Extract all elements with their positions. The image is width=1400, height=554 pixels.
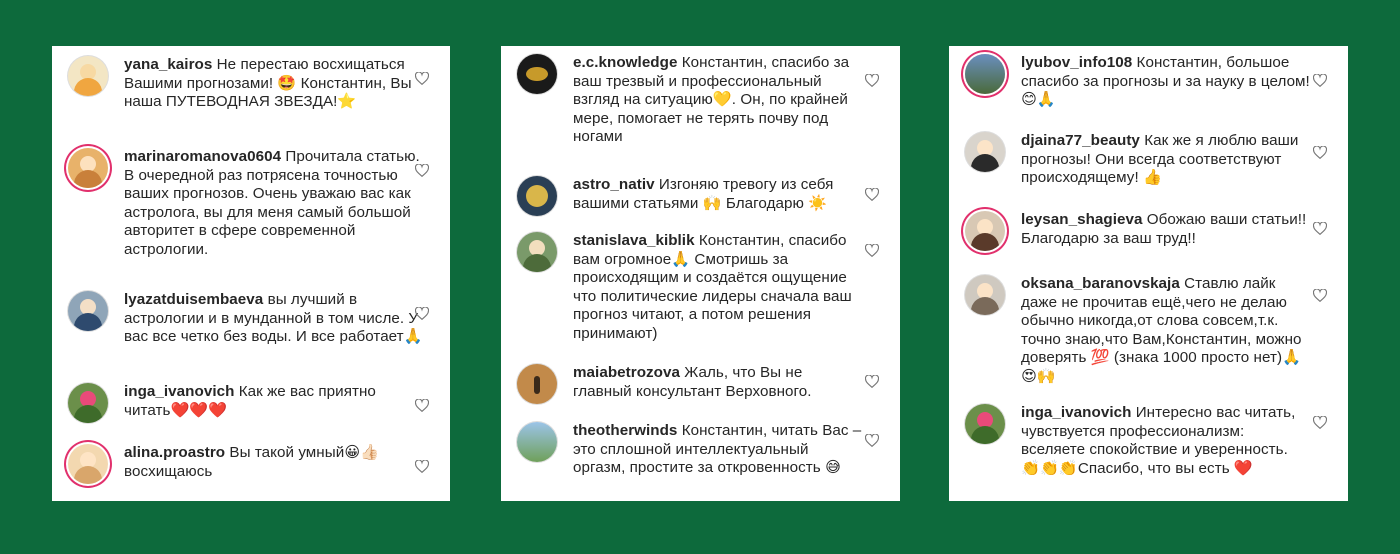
avatar[interactable] <box>517 54 557 94</box>
avatar[interactable] <box>517 232 557 272</box>
heart-icon[interactable] <box>1313 289 1327 302</box>
heart-icon[interactable] <box>865 188 879 201</box>
comment-username[interactable]: stanislava_kiblik <box>573 232 695 249</box>
comment-username[interactable]: e.c.knowledge <box>573 54 677 71</box>
avatar[interactable] <box>965 275 1005 315</box>
heart-icon[interactable] <box>415 164 429 177</box>
comment-username[interactable]: oksana_baranovskaja <box>1021 275 1180 292</box>
heart-icon[interactable] <box>415 460 429 473</box>
heart-icon[interactable] <box>865 434 879 447</box>
avatar[interactable] <box>965 132 1005 172</box>
avatar[interactable] <box>965 54 1005 94</box>
comment-username[interactable]: inga_ivanovich <box>124 383 234 400</box>
heart-icon[interactable] <box>865 375 879 388</box>
avatar[interactable] <box>68 148 108 188</box>
avatar[interactable] <box>965 211 1005 251</box>
avatar[interactable] <box>68 291 108 331</box>
comment-username[interactable]: lyubov_info108 <box>1021 54 1132 71</box>
comment-username[interactable]: alina.proastro <box>124 444 225 461</box>
comment-username[interactable]: inga_ivanovich <box>1021 404 1131 421</box>
comment-username[interactable]: astro_nativ <box>573 176 655 193</box>
comment-username[interactable]: djaina77_beauty <box>1021 132 1140 149</box>
avatar[interactable] <box>68 383 108 423</box>
comment-username[interactable]: marinaromanova0604 <box>124 148 281 165</box>
avatar[interactable] <box>68 444 108 484</box>
comments-panel-3: lyubov_info108 Константин, большое спаси… <box>949 46 1348 501</box>
heart-icon[interactable] <box>415 307 429 320</box>
comments-panel-1: yana_kairos Не перестаю восхищаться Ваши… <box>52 46 450 501</box>
comment-username[interactable]: lyazatduisembaeva <box>124 291 263 308</box>
heart-icon[interactable] <box>865 244 879 257</box>
heart-icon[interactable] <box>1313 74 1327 87</box>
heart-icon[interactable] <box>1313 146 1327 159</box>
avatar[interactable] <box>68 56 108 96</box>
heart-icon[interactable] <box>865 74 879 87</box>
comment-username[interactable]: yana_kairos <box>124 56 212 73</box>
avatar[interactable] <box>965 404 1005 444</box>
comment-username[interactable]: leysan_shagieva <box>1021 211 1143 228</box>
avatar[interactable] <box>517 364 557 404</box>
heart-icon[interactable] <box>1313 222 1327 235</box>
comments-panel-2: e.c.knowledge Константин, спасибо за ваш… <box>501 46 900 501</box>
avatar[interactable] <box>517 422 557 462</box>
comment-username[interactable]: maiabetrozova <box>573 364 680 381</box>
comment-username[interactable]: theotherwinds <box>573 422 677 439</box>
avatar[interactable] <box>517 176 557 216</box>
heart-icon[interactable] <box>1313 416 1327 429</box>
heart-icon[interactable] <box>415 72 429 85</box>
heart-icon[interactable] <box>415 399 429 412</box>
